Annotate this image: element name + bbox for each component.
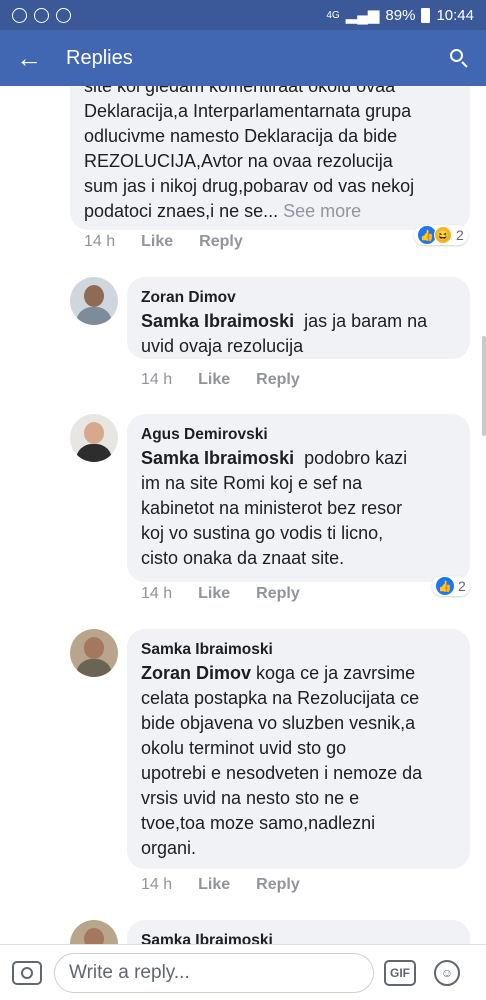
replies-feed[interactable]: site koi gledam komentiraat okolu ovaa D… <box>0 86 486 944</box>
comment-line: sum jas i nikoj drug,pobarav od vas neko… <box>84 176 415 196</box>
comment-line: vrsis uvid na nesto sto ne e <box>141 788 360 808</box>
comment-line: upotrebi e nesodveten i nemoze da <box>141 763 423 783</box>
see-more-link[interactable]: See more <box>283 201 361 221</box>
comment-line: Deklaracija,a Interparlamentarnata grupa <box>84 101 412 121</box>
reply-button[interactable]: Reply <box>256 876 300 894</box>
messenger-icon <box>34 7 49 23</box>
comment-line: podatoci znaes,i ne se... <box>84 201 279 221</box>
mention-link[interactable]: Samka Ibraimoski <box>141 448 294 468</box>
reaction-count[interactable]: 👍 2 <box>432 576 470 596</box>
comment-actions: 14 h Like Reply <box>84 233 243 251</box>
comment-text: koga ce ja zavrsime <box>256 663 416 683</box>
notification-icons <box>12 7 71 23</box>
comment-bubble: site koi gledam komentiraat okolu ovaa D… <box>70 86 470 230</box>
comment-actions: 14 h Like Reply <box>141 876 300 894</box>
comment-line: okolu terminot uvid sto go <box>141 738 347 758</box>
comment-line: site koi gledam komentiraat okolu ovaa <box>84 86 396 96</box>
reply-button[interactable]: Reply <box>256 585 300 603</box>
app-bar: ← Replies <box>0 30 486 86</box>
haha-reaction-icon: 😆 <box>434 226 452 244</box>
page-title: Replies <box>66 46 133 69</box>
comment-line: koj vo sustina go vodis ti licno, <box>141 523 384 543</box>
like-reaction-icon: 👍 <box>436 577 454 595</box>
scrollbar[interactable] <box>482 336 486 436</box>
comment-bubble: Agus Demirovski Samka Ibraimoski podobro… <box>127 414 470 582</box>
comment-line: im na site Romi koj e sef na <box>141 473 363 493</box>
battery-percent: 89% <box>385 6 416 24</box>
like-button[interactable]: Like <box>198 585 230 603</box>
emoji-icon[interactable]: ☺ <box>434 959 460 986</box>
comment-line: odlucivme namesto Deklaracija da bide <box>84 126 398 146</box>
comment-author[interactable]: Zoran Dimov <box>141 287 456 309</box>
avatar[interactable] <box>70 414 118 462</box>
whatsapp-icon <box>56 7 71 23</box>
reaction-count[interactable]: 👍 😆 2 <box>414 225 468 245</box>
comment-time: 14 h <box>141 585 173 602</box>
reaction-number: 2 <box>456 227 464 243</box>
mention-link[interactable]: Zoran Dimov <box>141 663 251 683</box>
avatar[interactable] <box>70 277 118 325</box>
comment-line: celata postapka na Rezolucijata ce <box>141 688 420 708</box>
comment-time: 14 h <box>141 371 173 388</box>
reaction-number: 2 <box>458 578 466 594</box>
like-button[interactable]: Like <box>141 233 173 251</box>
reply-composer: Write a reply... GIF ☺ <box>0 944 486 1000</box>
comment-author[interactable]: Agus Demirovski <box>141 424 456 446</box>
chrome-icon <box>12 7 27 23</box>
comment-author[interactable]: Samka Ibraimoski <box>141 930 456 944</box>
comment-time: 14 h <box>141 876 173 893</box>
search-icon[interactable] <box>448 47 470 69</box>
comment-line: bide objavena vo sluzben vesnik,a <box>141 713 416 733</box>
gif-button[interactable]: GIF <box>384 959 416 986</box>
battery-icon <box>421 7 431 23</box>
back-arrow-icon[interactable]: ← <box>16 45 50 71</box>
camera-icon[interactable] <box>12 960 42 985</box>
comment-actions: 14 h Like Reply <box>141 371 300 389</box>
avatar[interactable] <box>70 920 118 944</box>
comment-author[interactable]: Samka Ibraimoski <box>141 639 456 661</box>
comment-time: 14 h <box>84 233 116 250</box>
network-type: 4G <box>326 9 340 21</box>
clock: 10:44 <box>436 6 474 24</box>
reply-button[interactable]: Reply <box>256 371 300 389</box>
comment-line: organi. <box>141 838 197 858</box>
comment-bubble: Zoran Dimov Samka Ibraimoski jas ja bara… <box>127 277 470 359</box>
reply-input[interactable]: Write a reply... <box>54 952 374 993</box>
comment-bubble: Samka Ibraimoski Zoran Dimov koga ce ja … <box>127 629 470 869</box>
like-button[interactable]: Like <box>198 371 230 389</box>
comment-line: uvid ovaja rezolucija <box>141 336 304 356</box>
system-status: 4G ▂▄▆ 89% 10:44 <box>326 6 474 25</box>
comment-line: cisto onaka da znaat site. <box>141 548 345 568</box>
status-bar: 4G ▂▄▆ 89% 10:44 <box>0 0 486 30</box>
comment-line: kabinetot na ministerot bez resor <box>141 498 403 518</box>
comment-text: jas ja baram na <box>304 311 428 331</box>
comment-line: REZOLUCIJA,Avtor na ovaa rezolucija <box>84 151 393 171</box>
avatar[interactable] <box>70 629 118 677</box>
mention-link[interactable]: Samka Ibraimoski <box>141 311 294 331</box>
signal-icon: ▂▄▆ <box>345 7 380 24</box>
like-button[interactable]: Like <box>198 876 230 894</box>
comment-actions: 14 h Like Reply <box>141 585 300 603</box>
comment-line: tvoe,toa moze samo,nadlezni <box>141 813 376 833</box>
reply-button[interactable]: Reply <box>199 233 243 251</box>
comment-text: podobro kazi <box>304 448 408 468</box>
comment-bubble: Samka Ibraimoski <box>127 920 470 944</box>
